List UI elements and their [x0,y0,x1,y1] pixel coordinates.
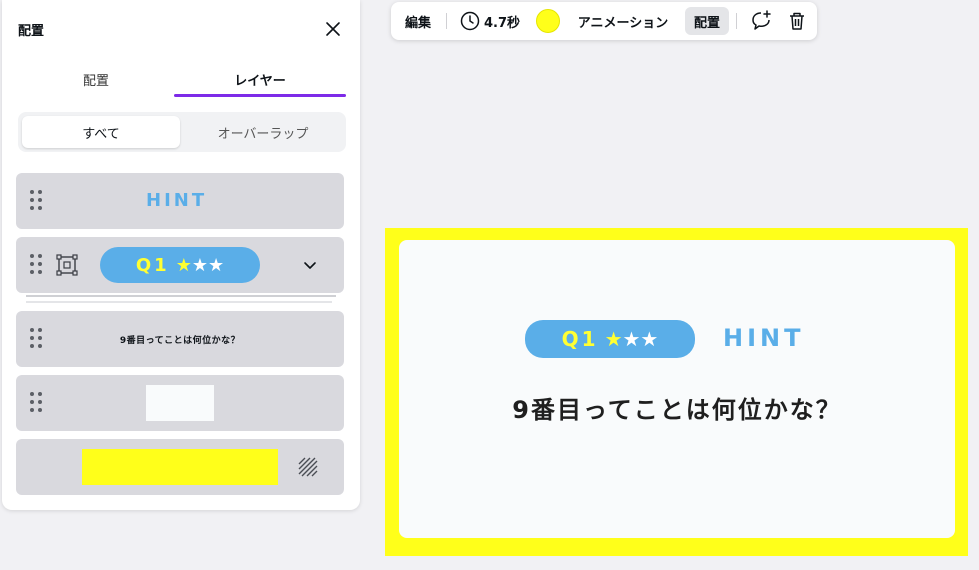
drop-indicator-shadow [26,301,332,303]
color-button[interactable] [535,7,561,35]
q-label: Q1 [561,327,599,351]
layer-question-text: 9番目ってことは何位かな？ [119,335,241,346]
animation-button[interactable]: アニメーション [571,7,675,35]
layer-item-background[interactable] [16,439,344,495]
group-frame-icon [56,254,78,276]
duration-button[interactable]: 4.7秒 [457,7,523,35]
toolbar-divider [446,13,447,29]
layer-card-thumbnail [146,385,214,421]
duration-label: 4.7秒 [483,15,521,31]
toolbar-divider [736,13,737,29]
canvas-hint-text[interactable]: HINT [723,324,804,352]
locked-background-icon [298,457,318,477]
clock-icon [460,11,480,31]
chevron-down-icon[interactable] [298,253,322,277]
tab-layers[interactable]: レイヤー [174,60,346,98]
add-comment-icon [752,10,771,30]
active-tab-indicator [174,94,346,97]
tab-arrange[interactable]: 配置 [18,60,174,98]
filter-overlap-button[interactable]: オーバーラップ [184,116,342,148]
layer-item-card[interactable] [16,375,344,431]
canvas-question-text[interactable]: 9番目ってことは何位かな？ [399,390,955,425]
floating-toolbar: 編集 4.7秒 アニメーション 配置 [391,2,817,40]
edit-button[interactable]: 編集 [397,7,439,35]
layer-hint-text: HINT [146,190,208,211]
trash-icon [790,12,804,30]
layer-filter: すべて オーバーラップ [18,112,346,152]
layer-item-group[interactable]: Q1 ★ ★★ [16,237,344,293]
slide-card[interactable]: Q1 ★ ★★ HINT 9番目ってことは何位かな？ [399,240,955,538]
arrange-button[interactable]: 配置 [685,7,729,35]
delete-button[interactable] [783,7,811,35]
panel-tabs: 配置 レイヤー [18,60,346,98]
canvas-q1-pill[interactable]: Q1 ★ ★★ [525,320,695,358]
comment-button[interactable] [747,7,775,35]
drag-handle-icon[interactable] [30,254,44,276]
star-empty-icon: ★★ [622,327,659,351]
layer-background-thumbnail [82,449,278,485]
close-icon [326,22,340,36]
drag-handle-icon[interactable] [30,190,44,212]
layer-item-question[interactable]: 9番目ってことは何位かな？ [16,311,344,367]
star-filled-icon: ★ [604,327,623,351]
star-filled-icon: ★ [175,254,192,276]
close-button[interactable] [320,16,346,42]
layer-item-hint[interactable]: HINT [16,173,344,229]
filter-all-button[interactable]: すべて [22,116,180,148]
q-label: Q1 [135,254,170,276]
panel-title: 配置 [18,24,45,39]
layer-q1-pill: Q1 ★ ★★ [100,247,260,283]
drop-indicator [26,295,336,297]
star-empty-icon: ★★ [191,254,225,276]
drag-handle-icon[interactable] [30,392,44,414]
color-swatch [536,9,560,33]
